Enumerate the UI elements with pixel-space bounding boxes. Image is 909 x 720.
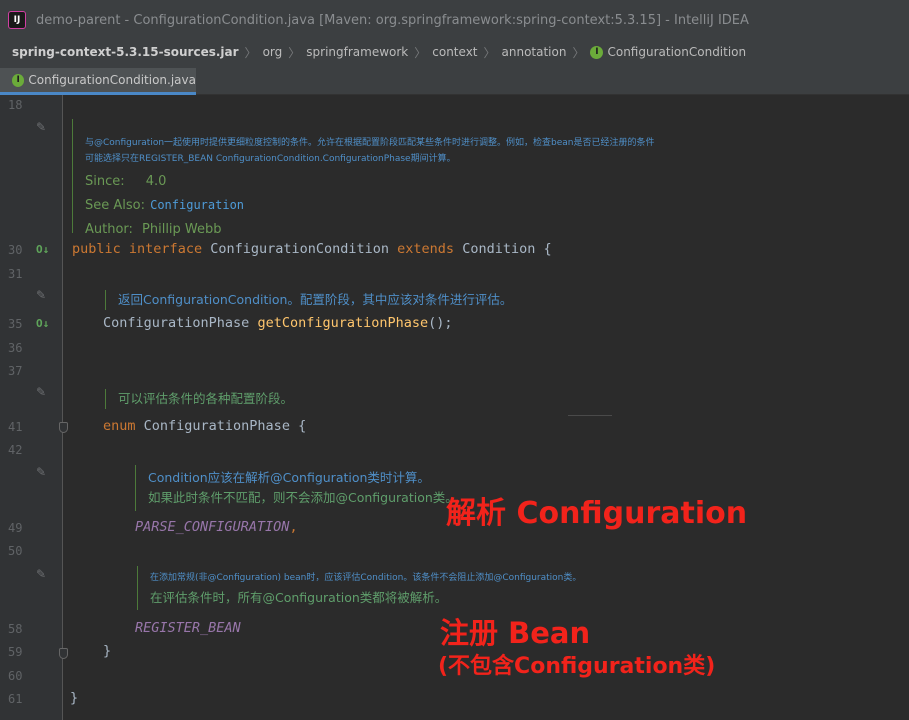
edit-doc-icon[interactable]: ✎ xyxy=(36,120,46,134)
window-titlebar: IJ demo-parent - ConfigurationCondition.… xyxy=(0,0,909,40)
extends-clause: Condition { xyxy=(454,241,552,257)
doc-line: 可能选择只在REGISTER_BEAN ConfigurationConditi… xyxy=(85,154,456,164)
code-line-61: } xyxy=(70,690,79,706)
interface-icon: I xyxy=(12,73,25,87)
line-number: 60 xyxy=(8,669,23,683)
edit-doc-icon[interactable]: ✎ xyxy=(36,385,46,399)
code-editor[interactable]: 18 30 31 35 36 37 41 42 49 50 58 59 60 6… xyxy=(0,95,909,720)
code-line-30: public interface ConfigurationCondition … xyxy=(72,241,552,257)
doc-author-row: Author: Phillip Webb xyxy=(85,217,655,241)
doc-line: 在评估条件时，所有@Configuration类都将被解析。 xyxy=(150,590,448,605)
breadcrumb-jar[interactable]: spring-context-5.3.15-sources.jar xyxy=(12,45,239,59)
doc-see-link[interactable]: Configuration xyxy=(150,198,244,212)
fold-marker-icon[interactable] xyxy=(59,422,68,433)
window-title: demo-parent - ConfigurationCondition.jav… xyxy=(36,12,749,28)
doc-line: 如果此时条件不匹配，则不会添加@Configuration类。 xyxy=(148,490,458,505)
return-type: ConfigurationPhase xyxy=(103,315,258,331)
breadcrumb-context[interactable]: context xyxy=(432,45,477,59)
doc-since-value: 4.0 xyxy=(145,174,167,189)
enum-declaration: ConfigurationPhase { xyxy=(135,418,307,434)
doc-comment-enum: 可以评估条件的各种配置阶段。 xyxy=(105,389,293,409)
code-line-35: ConfigurationPhase getConfigurationPhase… xyxy=(103,315,453,331)
keyword-enum: enum xyxy=(103,418,136,434)
tab-label: ConfigurationCondition.java xyxy=(28,73,196,87)
chevron-right-icon: 〉 xyxy=(483,45,496,60)
tab-configurationcondition-java[interactable]: I ConfigurationCondition.java xyxy=(0,68,196,95)
keyword-interface: interface xyxy=(128,241,203,257)
line-number: 30 xyxy=(8,243,23,257)
doc-line: 返回ConfigurationCondition。配置阶段，其中应该对条件进行评… xyxy=(118,292,513,307)
breadcrumb: spring-context-5.3.15-sources.jar 〉 org … xyxy=(0,40,909,64)
keyword-public: public xyxy=(72,241,121,257)
chevron-right-icon: 〉 xyxy=(288,45,301,60)
breadcrumb-class[interactable]: ConfigurationCondition xyxy=(607,45,746,59)
breadcrumb-springframework[interactable]: springframework xyxy=(306,45,408,59)
annotation-parse-configuration: 解析 Configuration xyxy=(446,496,748,531)
edit-doc-icon[interactable]: ✎ xyxy=(36,465,46,479)
breadcrumb-annotation[interactable]: annotation xyxy=(502,45,567,59)
line-number: 31 xyxy=(8,267,23,281)
line-number: 50 xyxy=(8,544,23,558)
line-number: 36 xyxy=(8,341,23,355)
doc-line: 可以评估条件的各种配置阶段。 xyxy=(118,391,294,406)
implemented-by-icon[interactable]: O↓ xyxy=(36,243,49,256)
doc-comment-interface: 与@Configuration一起使用时提供更细粒度控制的条件。允许在根据配置阶… xyxy=(72,119,655,237)
doc-author-value: Phillip Webb xyxy=(142,222,222,237)
comma: , xyxy=(289,519,298,535)
line-number: 59 xyxy=(8,645,23,659)
doc-since-row: Since: 4.0 xyxy=(85,169,655,193)
code-line-49: PARSE_CONFIGURATION, xyxy=(135,519,298,535)
annotation-register-bean: 注册 Bean xyxy=(440,616,591,650)
interface-icon: I xyxy=(590,45,604,59)
line-number: 41 xyxy=(8,420,23,434)
breadcrumb-org[interactable]: org xyxy=(263,45,283,59)
keyword-extends: extends xyxy=(397,241,455,257)
method-name: getConfigurationPhase xyxy=(257,315,429,331)
doc-comment-parse: Condition应该在解析@Configuration类时计算。 如果此时条件… xyxy=(135,465,458,511)
doc-see-label: See Also: xyxy=(85,198,145,213)
edit-doc-icon[interactable]: ✎ xyxy=(36,567,46,581)
chevron-right-icon: 〉 xyxy=(414,45,427,60)
enum-constant-parse: PARSE_CONFIGURATION xyxy=(135,519,290,535)
doc-since-label: Since: xyxy=(85,174,125,189)
chevron-right-icon: 〉 xyxy=(572,45,585,60)
doc-line: 与@Configuration一起使用时提供更细粒度控制的条件。允许在根据配置阶… xyxy=(85,138,655,148)
doc-comment-register: 在添加常规(非@Configuration) bean时，应该评估Conditi… xyxy=(137,566,581,610)
chevron-right-icon: 〉 xyxy=(244,45,257,60)
editor-tabbar: I ConfigurationCondition.java xyxy=(0,64,909,95)
code-line-58: REGISTER_BEAN xyxy=(135,620,241,636)
doc-comment-method: 返回ConfigurationCondition。配置阶段，其中应该对条件进行评… xyxy=(105,290,512,310)
doc-see-row: See Also: Configuration xyxy=(85,193,655,217)
intellij-app-icon: IJ xyxy=(8,11,26,29)
code-line-59: } xyxy=(103,643,112,659)
implemented-by-icon[interactable]: O↓ xyxy=(36,317,49,330)
enum-constant-register: REGISTER_BEAN xyxy=(135,620,241,636)
gutter-divider xyxy=(62,95,63,720)
doc-author-label: Author: xyxy=(85,222,133,237)
doc-line: Condition应该在解析@Configuration类时计算。 xyxy=(148,470,430,485)
annotation-register-note: (不包含Configuration类) xyxy=(438,654,716,679)
method-params: (); xyxy=(428,315,453,331)
line-number: 58 xyxy=(8,622,23,636)
doc-line: 在添加常规(非@Configuration) bean时，应该评估Conditi… xyxy=(150,573,582,583)
interface-name: ConfigurationCondition xyxy=(202,241,398,257)
code-line-41: enum ConfigurationPhase { xyxy=(103,418,306,434)
line-number: 49 xyxy=(8,521,23,535)
line-number: 35 xyxy=(8,317,23,331)
line-number: 37 xyxy=(8,364,23,378)
line-number: 18 xyxy=(8,98,23,112)
line-number: 42 xyxy=(8,443,23,457)
line-number: 61 xyxy=(8,692,23,706)
edit-doc-icon[interactable]: ✎ xyxy=(36,288,46,302)
divider xyxy=(568,415,612,416)
fold-marker-icon[interactable] xyxy=(59,648,68,659)
